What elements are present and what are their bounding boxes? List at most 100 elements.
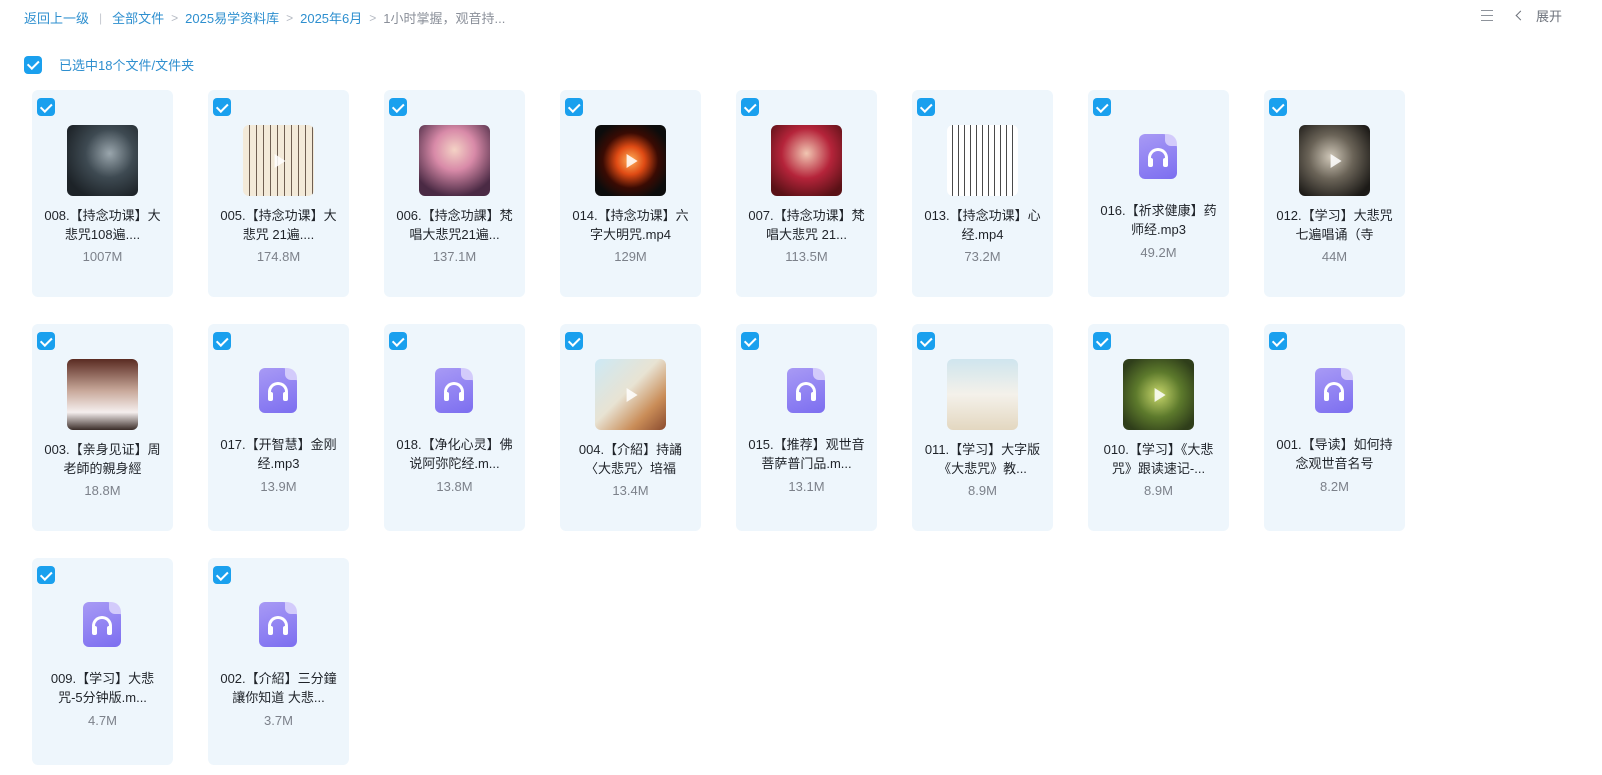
file-name: 002.【介紹】三分鐘讓你知道 大悲... <box>220 671 337 705</box>
breadcrumb-month[interactable]: 2025年6月 <box>300 8 362 27</box>
video-thumbnail <box>1299 125 1370 196</box>
file-name: 015.【推荐】观世音菩萨普门品.m... <box>748 437 865 471</box>
video-thumbnail <box>67 125 138 196</box>
play-icon <box>626 387 638 402</box>
file-name: 017.【开智慧】金刚经.mp3 <box>220 437 337 471</box>
audio-file-icon <box>259 368 297 413</box>
breadcrumb-all-files[interactable]: 全部文件 <box>112 8 164 27</box>
select-all-checkbox[interactable] <box>24 55 42 74</box>
file-card[interactable]: 001.【导读】如何持念观世音名号 8.2M <box>1264 324 1405 531</box>
breadcrumb: 返回上一级 | 全部文件 > 2025易学资料库 > 2025年6月 > 1小时… <box>24 8 505 27</box>
file-card[interactable]: 018.【净化心灵】佛说阿弥陀经.m... 13.8M <box>384 324 525 531</box>
expand-button[interactable]: 展开 <box>1515 6 1562 25</box>
file-checkbox[interactable] <box>565 98 583 116</box>
file-checkbox[interactable] <box>213 332 231 350</box>
file-checkbox[interactable] <box>1093 98 1111 116</box>
audio-file-icon <box>1315 368 1353 413</box>
play-icon <box>1330 153 1342 168</box>
video-thumbnail <box>595 359 666 430</box>
file-name: 009.【学习】大悲咒-5分钟版.m... <box>50 671 155 705</box>
play-icon <box>626 153 638 168</box>
headphones-icon <box>268 382 288 402</box>
file-size: 13.8M <box>436 479 473 494</box>
top-bar: 返回上一级 | 全部文件 > 2025易学资料库 > 2025年6月 > 1小时… <box>0 0 1602 34</box>
chevron-left-icon <box>1515 10 1526 21</box>
file-checkbox[interactable] <box>37 566 55 584</box>
video-thumbnail <box>947 125 1018 196</box>
file-name: 013.【持念功课】心经.mp4 <box>924 208 1041 242</box>
audio-file-icon <box>435 368 473 413</box>
file-checkbox[interactable] <box>1093 332 1111 350</box>
chevron-right-icon: > <box>369 10 377 25</box>
file-checkbox[interactable] <box>565 332 583 350</box>
file-checkbox[interactable] <box>389 332 407 350</box>
file-checkbox[interactable] <box>213 566 231 584</box>
headphones-icon <box>1324 382 1344 402</box>
play-icon <box>274 153 286 168</box>
file-checkbox[interactable] <box>917 98 935 116</box>
file-card[interactable]: 008.【持念功课】大悲咒108遍.... 1007M <box>32 90 173 297</box>
file-card[interactable]: 009.【学习】大悲咒-5分钟版.m... 4.7M <box>32 558 173 765</box>
file-checkbox[interactable] <box>389 98 407 116</box>
audio-file-icon <box>83 602 121 647</box>
file-checkbox[interactable] <box>741 98 759 116</box>
back-link[interactable]: 返回上一级 <box>24 8 89 27</box>
file-card[interactable]: 005.【持念功课】大悲咒 21遍.... 174.8M <box>208 90 349 297</box>
file-size: 137.1M <box>432 249 477 264</box>
file-card[interactable]: 007.【持念功课】梵唱大悲咒 21... 113.5M <box>736 90 877 297</box>
headphones-icon <box>92 616 112 636</box>
file-size: 73.2M <box>964 249 1001 264</box>
file-card[interactable]: 012.【学习】大悲咒七遍唱诵（寺 44M <box>1264 90 1405 297</box>
audio-file-icon <box>1139 134 1177 179</box>
file-card[interactable]: 017.【开智慧】金刚经.mp3 13.9M <box>208 324 349 531</box>
file-size: 49.2M <box>1140 245 1177 260</box>
file-card[interactable]: 011.【学习】大字版《大悲咒》教... 8.9M <box>912 324 1053 531</box>
file-checkbox[interactable] <box>1269 332 1287 350</box>
file-card[interactable]: 014.【持念功课】六字大明咒.mp4 129M <box>560 90 701 297</box>
file-size: 129M <box>614 249 647 264</box>
file-size: 1007M <box>82 249 123 264</box>
file-card[interactable]: 002.【介紹】三分鐘讓你知道 大悲... 3.7M <box>208 558 349 765</box>
file-card[interactable]: 006.【持念功課】梵唱大悲咒21遍... 137.1M <box>384 90 525 297</box>
file-checkbox[interactable] <box>1269 98 1287 116</box>
video-thumbnail <box>1123 359 1194 430</box>
file-card[interactable]: 016.【祈求健康】药师经.mp3 49.2M <box>1088 90 1229 297</box>
selection-count-label: 已选中18个文件/文件夹 <box>59 58 195 73</box>
video-thumbnail <box>595 125 666 196</box>
list-view-icon[interactable] <box>1479 8 1495 24</box>
headphones-icon <box>1148 148 1168 168</box>
toolbar-right: 展开 <box>1479 6 1562 25</box>
file-size: 13.4M <box>612 483 649 498</box>
file-size: 18.8M <box>84 483 121 498</box>
file-name: 016.【祈求健康】药师经.mp3 <box>1100 203 1217 237</box>
chevron-right-icon: > <box>171 10 179 25</box>
file-name: 012.【学习】大悲咒七遍唱诵（寺 <box>1276 208 1393 242</box>
file-checkbox[interactable] <box>37 98 55 116</box>
file-card[interactable]: 004.【介紹】持誦〈大悲咒〉培福 13.4M <box>560 324 701 531</box>
file-size: 8.9M <box>968 483 997 498</box>
audio-file-icon <box>787 368 825 413</box>
file-checkbox[interactable] <box>741 332 759 350</box>
select-all-row: 已选中18个文件/文件夹 <box>24 55 194 74</box>
breadcrumb-library[interactable]: 2025易学资料库 <box>185 8 279 27</box>
file-name: 003.【亲身见证】周老師的親身經 <box>44 442 161 476</box>
file-name: 001.【导读】如何持念观世音名号 <box>1276 437 1393 471</box>
file-size: 13.1M <box>788 479 825 494</box>
file-card[interactable]: 013.【持念功课】心经.mp4 73.2M <box>912 90 1053 297</box>
headphones-icon <box>796 382 816 402</box>
video-thumbnail <box>419 125 490 196</box>
audio-file-icon <box>259 602 297 647</box>
file-card[interactable]: 015.【推荐】观世音菩萨普门品.m... 13.1M <box>736 324 877 531</box>
file-card[interactable]: 010.【学习】《大悲咒》跟读速记-... 8.9M <box>1088 324 1229 531</box>
file-card[interactable]: 003.【亲身见证】周老師的親身經 18.8M <box>32 324 173 531</box>
file-name: 006.【持念功課】梵唱大悲咒21遍... <box>396 208 513 242</box>
file-checkbox[interactable] <box>917 332 935 350</box>
play-icon <box>1154 387 1166 402</box>
breadcrumb-current: 1小时掌握，观音持... <box>383 11 506 26</box>
file-size: 113.5M <box>785 249 828 264</box>
file-size: 13.9M <box>260 479 297 494</box>
file-checkbox[interactable] <box>37 332 55 350</box>
file-checkbox[interactable] <box>213 98 231 116</box>
file-name: 004.【介紹】持誦〈大悲咒〉培福 <box>578 442 683 476</box>
video-thumbnail <box>67 359 138 430</box>
